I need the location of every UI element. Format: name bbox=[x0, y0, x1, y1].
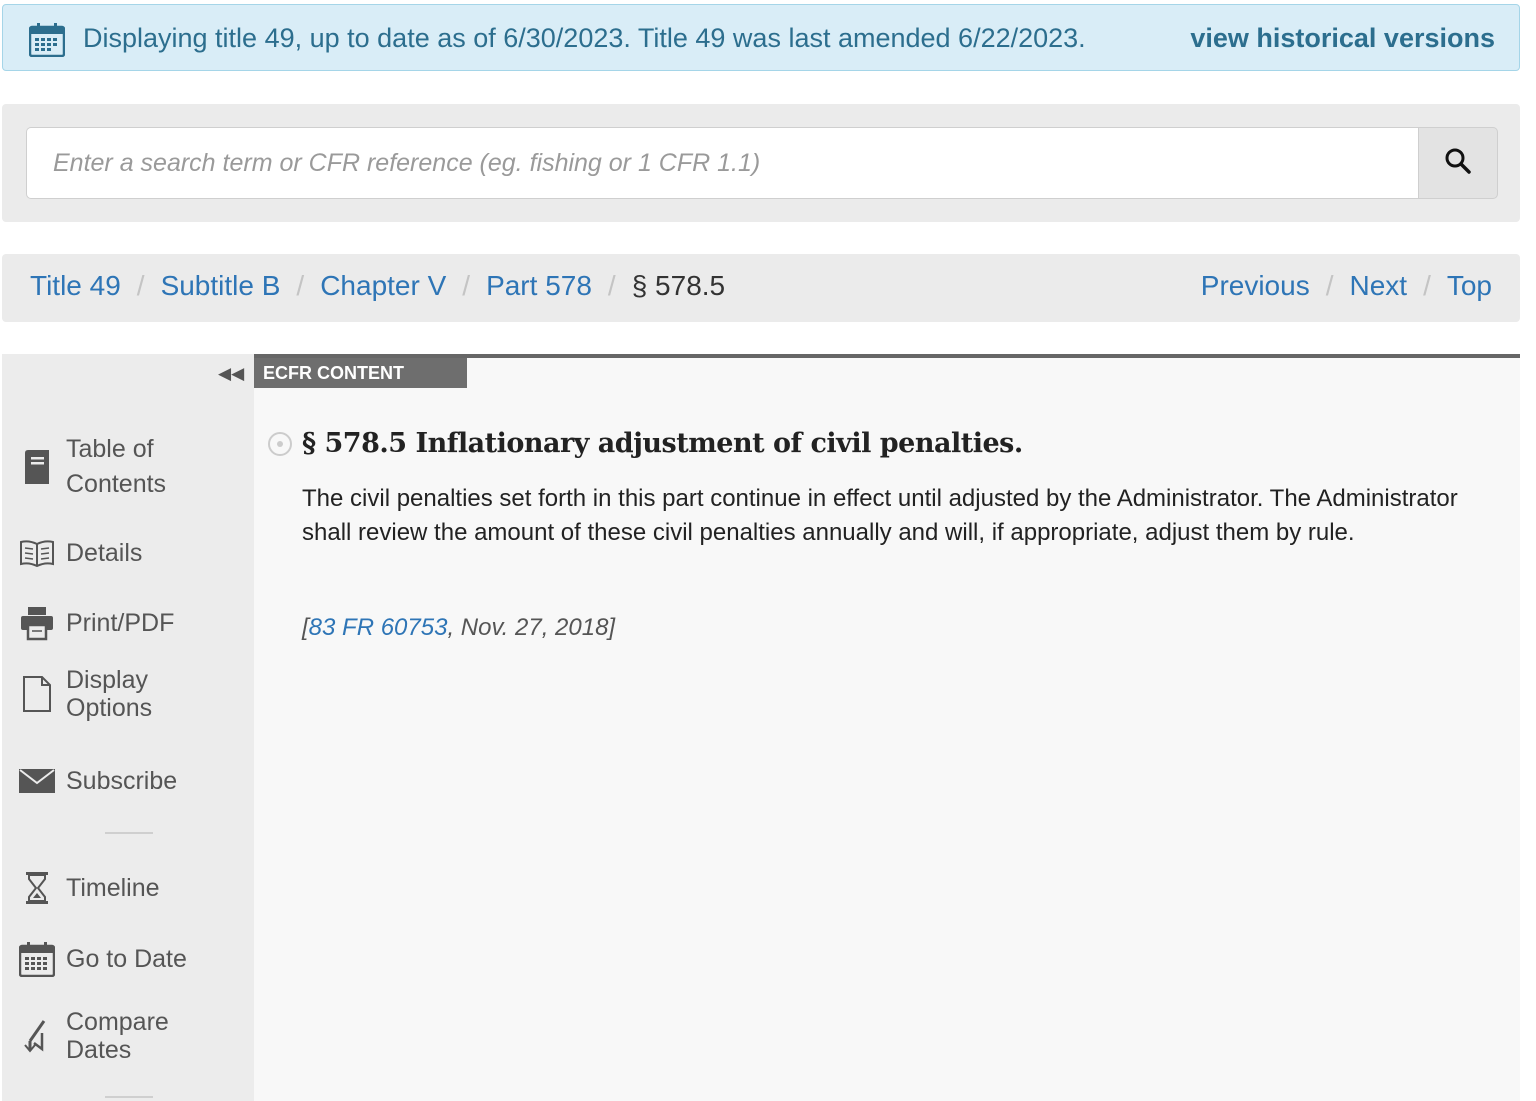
sidebar-item-label: Table of bbox=[66, 435, 154, 463]
sidebar-item-table-of-contents[interactable]: Table of Contents bbox=[18, 432, 166, 502]
sidebar-item-label: Details bbox=[66, 538, 143, 567]
sidebar-divider bbox=[105, 1096, 153, 1098]
nav-separator: / bbox=[1325, 270, 1334, 301]
ecfr-content-panel: ECFR CONTENT § 578.5 Inflationary adjust… bbox=[254, 354, 1520, 1101]
breadcrumb-separator: / bbox=[296, 270, 305, 301]
sidebar-item-timeline[interactable]: Timeline bbox=[18, 869, 160, 907]
sidebar-item-label: Timeline bbox=[66, 873, 160, 902]
next-link[interactable]: Next bbox=[1349, 270, 1407, 302]
sidebar: ◀◀ Table of Contents Details Print/PDF D… bbox=[2, 354, 254, 1101]
status-banner: Displaying title 49, up to date as of 6/… bbox=[2, 4, 1520, 71]
breadcrumb-chapter-v[interactable]: Chapter V bbox=[320, 270, 446, 302]
section-body: The civil penalties set forth in this pa… bbox=[302, 485, 1458, 546]
document-icon bbox=[18, 675, 56, 713]
search-button[interactable] bbox=[1418, 127, 1498, 199]
breadcrumb-separator: / bbox=[136, 270, 145, 301]
section-anchor-icon[interactable] bbox=[268, 432, 292, 456]
ecfr-content-tab-label: ECFR CONTENT bbox=[254, 358, 467, 388]
calendar-icon bbox=[18, 940, 56, 978]
breadcrumb: Title 49 / Subtitle B / Chapter V / Part… bbox=[2, 254, 1520, 322]
breadcrumb-subtitle-b[interactable]: Subtitle B bbox=[161, 270, 281, 302]
breadcrumb-part-578[interactable]: Part 578 bbox=[486, 270, 592, 302]
sidebar-item-label: Dates bbox=[66, 1036, 132, 1064]
breadcrumb-separator: / bbox=[607, 270, 616, 301]
banner-message: Displaying title 49, up to date as of 6/… bbox=[83, 23, 1086, 53]
breadcrumb-current-section: § 578.5 bbox=[631, 270, 726, 301]
sidebar-divider bbox=[105, 832, 153, 834]
sidebar-item-compare-dates[interactable]: Compare Dates bbox=[18, 1008, 169, 1064]
sidebar-item-label: Options bbox=[66, 694, 153, 722]
section-citation: [83 FR 60753, Nov. 27, 2018] bbox=[302, 614, 615, 642]
search-input[interactable] bbox=[26, 127, 1418, 199]
citation-bracket: [ bbox=[302, 614, 309, 641]
sidebar-item-print-pdf[interactable]: Print/PDF bbox=[18, 604, 174, 642]
sidebar-item-label: Compare bbox=[66, 1008, 169, 1036]
collapse-sidebar-button[interactable]: ◀◀ bbox=[218, 364, 244, 384]
sidebar-item-go-to-date[interactable]: Go to Date bbox=[18, 940, 187, 978]
compare-icon bbox=[18, 1017, 56, 1055]
sidebar-item-subscribe[interactable]: Subscribe bbox=[18, 762, 177, 800]
calendar-icon bbox=[28, 23, 66, 62]
sidebar-item-label: Contents bbox=[66, 470, 167, 498]
section-title: § 578.5 Inflationary adjustment of civil… bbox=[302, 428, 1023, 459]
search-icon bbox=[1444, 147, 1472, 180]
citation-date: , Nov. 27, 2018] bbox=[447, 614, 616, 641]
search-bar bbox=[2, 104, 1520, 222]
sidebar-item-details[interactable]: Details bbox=[18, 534, 142, 572]
nav-separator: / bbox=[1423, 270, 1431, 301]
sidebar-item-display-options[interactable]: Display Options bbox=[18, 666, 152, 722]
breadcrumb-separator: / bbox=[462, 270, 471, 301]
sidebar-item-label: Display bbox=[66, 666, 148, 694]
sidebar-item-label: Go to Date bbox=[66, 944, 187, 973]
envelope-icon bbox=[18, 762, 56, 800]
sidebar-item-label: Subscribe bbox=[66, 766, 178, 795]
printer-icon bbox=[18, 604, 56, 642]
federal-register-citation-link[interactable]: 83 FR 60753 bbox=[309, 614, 448, 641]
open-book-icon bbox=[18, 534, 56, 572]
sidebar-item-label: Print/PDF bbox=[66, 608, 175, 637]
breadcrumb-title-49[interactable]: Title 49 bbox=[30, 270, 121, 302]
top-link[interactable]: Top bbox=[1447, 270, 1492, 302]
hourglass-icon bbox=[18, 869, 56, 907]
view-historical-versions-link[interactable]: view historical versions bbox=[1190, 23, 1495, 54]
book-icon bbox=[18, 448, 56, 486]
previous-link[interactable]: Previous bbox=[1201, 270, 1310, 302]
